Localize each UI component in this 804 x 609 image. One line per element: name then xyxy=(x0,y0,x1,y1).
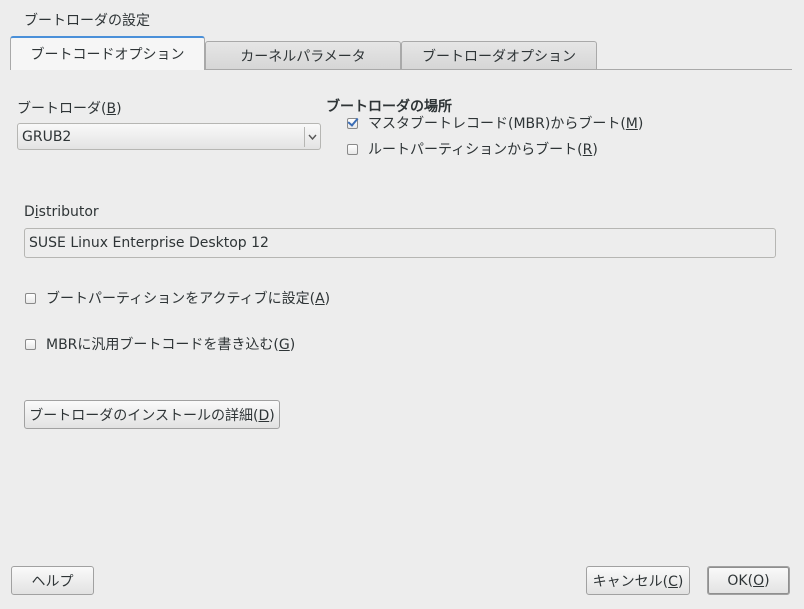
write-generic-boot-code-option[interactable]: MBRに汎用ブートコードを書き込む(G) xyxy=(25,334,295,354)
root-partition-boot-checkbox[interactable] xyxy=(347,143,358,155)
tab-label: ブートコードオプション xyxy=(30,47,185,63)
tab-bootloader-options[interactable]: ブートローダオプション xyxy=(401,41,597,69)
ok-button[interactable]: OK(O) xyxy=(707,566,790,595)
tab-label: カーネルパラメータ xyxy=(240,48,366,65)
set-active-partition-checkbox[interactable] xyxy=(25,292,36,304)
bootloader-label: ブートローダ(B) xyxy=(17,101,122,117)
mbr-boot-label: マスタブートレコード(MBR)からブート(M) xyxy=(368,116,644,132)
help-label: ヘルプ xyxy=(31,573,74,590)
chevron-down-icon[interactable] xyxy=(305,134,320,140)
set-active-partition-label: ブートパーティションをアクティブに設定(A) xyxy=(46,291,331,307)
distributor-field[interactable]: SUSE Linux Enterprise Desktop 12 xyxy=(24,228,776,258)
distributor-value: SUSE Linux Enterprise Desktop 12 xyxy=(29,235,269,251)
write-generic-boot-code-label: MBRに汎用ブートコードを書き込む(G) xyxy=(46,337,296,353)
root-partition-boot-option[interactable]: ルートパーティションからブート(R) xyxy=(347,139,598,159)
ok-label: OK(O) xyxy=(727,572,770,589)
dialog-title: ブートローダの設定 xyxy=(24,13,150,29)
mbr-boot-checkbox[interactable] xyxy=(347,117,358,129)
cancel-label: キャンセル(C) xyxy=(592,573,684,590)
write-generic-boot-code-checkbox[interactable] xyxy=(25,338,36,350)
distributor-label: Distributor xyxy=(24,204,99,220)
installation-details-button[interactable]: ブートローダのインストールの詳細(D) xyxy=(24,400,280,429)
mbr-boot-option[interactable]: マスタブートレコード(MBR)からブート(M) xyxy=(347,113,643,133)
tab-boot-code-options[interactable]: ブートコードオプション xyxy=(10,36,205,70)
set-active-partition-option[interactable]: ブートパーティションをアクティブに設定(A) xyxy=(25,288,330,308)
installation-details-label: ブートローダのインストールの詳細(D) xyxy=(29,407,275,424)
bootloader-select[interactable]: GRUB2 xyxy=(17,123,321,150)
help-button[interactable]: ヘルプ xyxy=(11,566,94,595)
tab-kernel-parameters[interactable]: カーネルパラメータ xyxy=(205,41,401,69)
tab-label: ブートローダオプション xyxy=(422,48,576,65)
bootloader-selected-value: GRUB2 xyxy=(22,128,72,145)
root-partition-boot-label: ルートパーティションからブート(R) xyxy=(368,142,598,158)
cancel-button[interactable]: キャンセル(C) xyxy=(586,566,690,595)
